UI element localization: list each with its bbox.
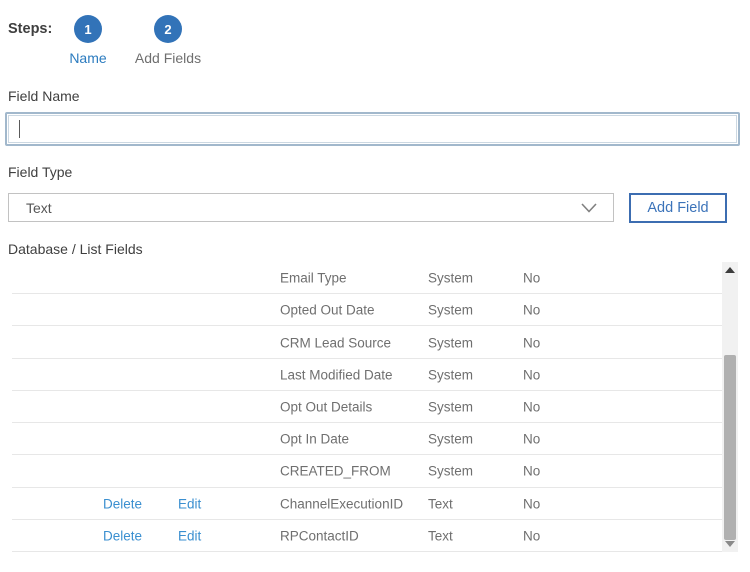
delete-link[interactable]: Delete — [103, 496, 142, 511]
field-flag-cell: No — [523, 367, 540, 382]
edit-link[interactable]: Edit — [178, 496, 201, 511]
table-row: Delete Edit ChannelExecutionID Text No — [0, 488, 750, 520]
table-row: Email Type System No — [0, 262, 750, 294]
step-1-name[interactable]: 1 Name — [60, 15, 116, 66]
table-row: Opted Out Date System No — [0, 294, 750, 326]
field-type-cell: System — [428, 271, 473, 286]
field-type-cell: System — [428, 464, 473, 479]
table-row: Opt In Date System No — [0, 423, 750, 455]
step-1-label[interactable]: Name — [69, 50, 106, 66]
field-type-cell: System — [428, 303, 473, 318]
field-type-cell: System — [428, 367, 473, 382]
text-cursor — [19, 120, 20, 138]
step-2-label[interactable]: Add Fields — [135, 50, 201, 66]
table-row: CRM Lead Source System No — [0, 326, 750, 358]
table-row: Delete Edit RPContactID Text No — [0, 520, 750, 552]
field-name-cell: Opt Out Details — [280, 399, 372, 414]
field-flag-cell: No — [523, 432, 540, 447]
field-name-cell: Email Type — [280, 271, 347, 286]
step-2-add-fields[interactable]: 2 Add Fields — [140, 15, 196, 66]
field-name-cell: Opted Out Date — [280, 303, 375, 318]
field-type-cell: System — [428, 335, 473, 350]
field-name-label: Field Name — [8, 88, 80, 104]
scrollbar-down-arrow-icon[interactable] — [722, 536, 738, 552]
field-flag-cell: No — [523, 496, 540, 511]
field-flag-cell: No — [523, 271, 540, 286]
field-flag-cell: No — [523, 464, 540, 479]
chevron-down-icon — [581, 203, 597, 213]
field-type-label: Field Type — [8, 164, 72, 180]
add-field-button[interactable]: Add Field — [629, 193, 727, 223]
db-list-fields-title: Database / List Fields — [8, 241, 143, 257]
field-type-cell: Text — [428, 528, 453, 543]
field-flag-cell: No — [523, 303, 540, 318]
field-type-cell: Text — [428, 496, 453, 511]
scrollbar-up-arrow-icon[interactable] — [722, 262, 738, 278]
field-flag-cell: No — [523, 528, 540, 543]
table-row: Opt Out Details System No — [0, 391, 750, 423]
scrollbar-thumb[interactable] — [724, 355, 736, 540]
edit-link[interactable]: Edit — [178, 528, 201, 543]
field-name-cell: Opt In Date — [280, 432, 349, 447]
add-fields-dialog: Steps: 1 Name 2 Add Fields Field Name Fi… — [0, 0, 750, 572]
step-1-circle[interactable]: 1 — [74, 15, 102, 43]
field-name-cell: CREATED_FROM — [280, 464, 391, 479]
field-type-cell: System — [428, 432, 473, 447]
field-type-cell: System — [428, 399, 473, 414]
table-row: CREATED_FROM System No — [0, 455, 750, 487]
field-name-cell: ChannelExecutionID — [280, 496, 403, 511]
field-flag-cell: No — [523, 399, 540, 414]
field-name-input[interactable] — [5, 112, 740, 146]
table-row: Last Modified Date System No — [0, 359, 750, 391]
field-type-selected-value: Text — [26, 200, 52, 216]
fields-table: Email Type System No Opted Out Date Syst… — [0, 262, 750, 552]
field-flag-cell: No — [523, 335, 540, 350]
field-name-cell: CRM Lead Source — [280, 335, 391, 350]
table-scrollbar[interactable] — [722, 262, 738, 552]
field-type-select[interactable]: Text — [8, 193, 614, 222]
delete-link[interactable]: Delete — [103, 528, 142, 543]
field-name-cell: Last Modified Date — [280, 367, 393, 382]
field-name-cell: RPContactID — [280, 528, 359, 543]
step-2-circle[interactable]: 2 — [154, 15, 182, 43]
steps-label: Steps: — [8, 21, 52, 37]
